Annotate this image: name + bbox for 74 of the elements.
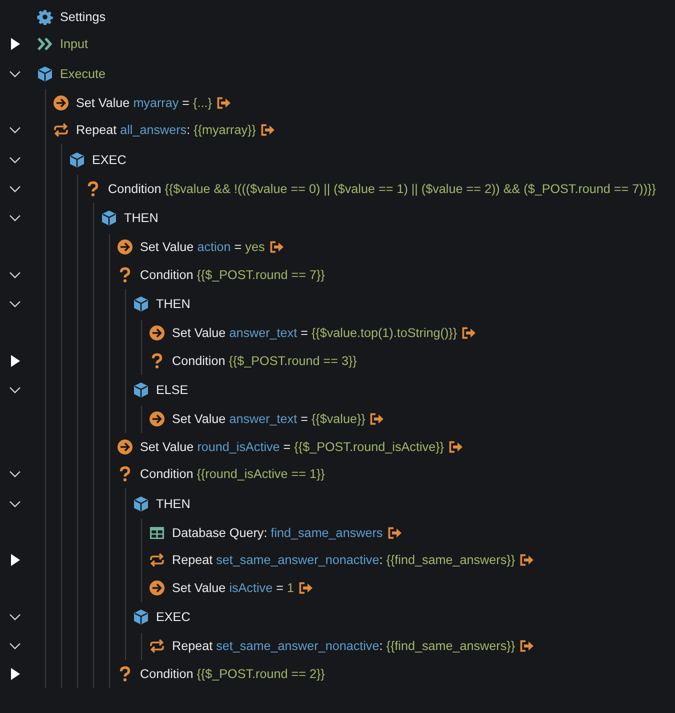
expand-triangle-icon[interactable] xyxy=(11,38,20,50)
node-label[interactable]: THEN xyxy=(156,296,190,312)
repeat-icon xyxy=(53,122,69,138)
node-label[interactable]: Set Value isActive = 1 xyxy=(172,580,294,596)
chevron-down-icon[interactable] xyxy=(9,386,21,394)
question-icon xyxy=(149,352,165,369)
arrow-out-icon[interactable] xyxy=(520,640,534,652)
chevron-down-icon[interactable] xyxy=(9,300,21,308)
chevron-down-icon[interactable] xyxy=(9,70,21,78)
node-label[interactable]: Condition {{$_POST.round == 3}} xyxy=(172,352,357,369)
cube-icon xyxy=(133,382,149,398)
arrow-circle-icon xyxy=(117,438,133,455)
cube-icon xyxy=(37,66,53,82)
arrow-circle-icon xyxy=(149,325,165,342)
question-icon xyxy=(85,180,101,197)
node-label[interactable]: Repeat set_same_answer_nonactive: {{find_same_answers}} xyxy=(172,552,516,568)
node-label[interactable]: Set Value answer_text = {{$value}} xyxy=(172,411,366,428)
expand-triangle-icon[interactable] xyxy=(11,554,20,566)
chevron-down-icon[interactable] xyxy=(9,156,21,164)
expand-triangle-icon[interactable] xyxy=(11,668,20,680)
node-label[interactable]: Set Value round_isActive = {{$_POST.round_isActive}} xyxy=(140,438,444,455)
repeat-icon xyxy=(149,552,165,568)
node-label[interactable]: Repeat set_same_answer_nonactive: {{find_same_answers}} xyxy=(172,638,516,654)
arrow-out-icon[interactable] xyxy=(270,241,284,254)
node-label[interactable]: Execute xyxy=(60,66,106,82)
arrow-out-icon[interactable] xyxy=(216,96,231,109)
chevron-down-icon[interactable] xyxy=(9,126,21,134)
cube-icon xyxy=(133,296,149,312)
node-label[interactable]: Set Value myarray = {...} xyxy=(76,94,212,111)
chevron-down-icon[interactable] xyxy=(9,214,21,222)
node-label[interactable]: ELSE xyxy=(156,382,188,398)
arrow-circle-icon xyxy=(149,411,165,428)
chevron-down-icon[interactable] xyxy=(9,470,21,478)
arrow-out-icon[interactable] xyxy=(370,413,384,426)
arrow-out-icon[interactable] xyxy=(448,440,463,453)
arrow-out-icon[interactable] xyxy=(298,582,313,594)
gear-icon xyxy=(37,8,53,25)
repeat-icon xyxy=(149,638,165,654)
arrow-out-icon[interactable] xyxy=(388,526,402,539)
node-label[interactable]: Condition {{$_POST.round == 7}} xyxy=(140,266,325,283)
node-label[interactable]: Database Query: find_same_answers xyxy=(172,524,383,541)
arrow-out-icon[interactable] xyxy=(260,124,275,136)
node-label[interactable]: Set Value action = yes xyxy=(140,239,265,256)
chevron-down-icon[interactable] xyxy=(9,613,21,621)
node-label[interactable]: Set Value answer_text = {{$value.top(1).toString()}} xyxy=(172,325,458,342)
expand-triangle-icon[interactable] xyxy=(11,354,20,367)
double-chevron-icon xyxy=(37,36,53,52)
chevron-down-icon[interactable] xyxy=(9,184,21,193)
cube-icon xyxy=(101,210,117,226)
arrow-out-icon[interactable] xyxy=(520,554,534,566)
cube-icon xyxy=(133,609,149,625)
question-icon xyxy=(117,466,133,482)
arrow-out-icon[interactable] xyxy=(462,327,476,340)
node-label[interactable]: THEN xyxy=(124,210,158,226)
node-label[interactable]: Input xyxy=(60,36,88,52)
chevron-down-icon[interactable] xyxy=(9,270,21,279)
node-label[interactable]: EXEC xyxy=(92,152,126,168)
question-icon xyxy=(117,666,133,682)
node-label[interactable]: Condition {{$_POST.round == 2}} xyxy=(140,666,325,682)
node-label[interactable]: Settings xyxy=(60,8,106,25)
node-label[interactable]: Condition {{round_isActive == 1}} xyxy=(140,466,325,482)
node-label[interactable]: EXEC xyxy=(156,609,190,625)
question-icon xyxy=(117,266,133,283)
arrow-circle-icon xyxy=(53,94,69,111)
table-icon xyxy=(149,524,165,541)
node-label[interactable]: THEN xyxy=(156,496,190,512)
chevron-down-icon[interactable] xyxy=(9,500,21,508)
arrow-circle-icon xyxy=(149,580,165,596)
cube-icon xyxy=(69,152,85,168)
node-label[interactable]: Repeat all_answers: {{myarray}} xyxy=(76,122,256,138)
arrow-circle-icon xyxy=(117,239,133,256)
cube-icon xyxy=(133,496,149,512)
node-label[interactable]: Condition {{$value && !((($value == 0) || ($value == 1) || ($value == 2)) && ($_POST.round == 7))}} xyxy=(108,180,656,197)
chevron-down-icon[interactable] xyxy=(9,642,21,650)
